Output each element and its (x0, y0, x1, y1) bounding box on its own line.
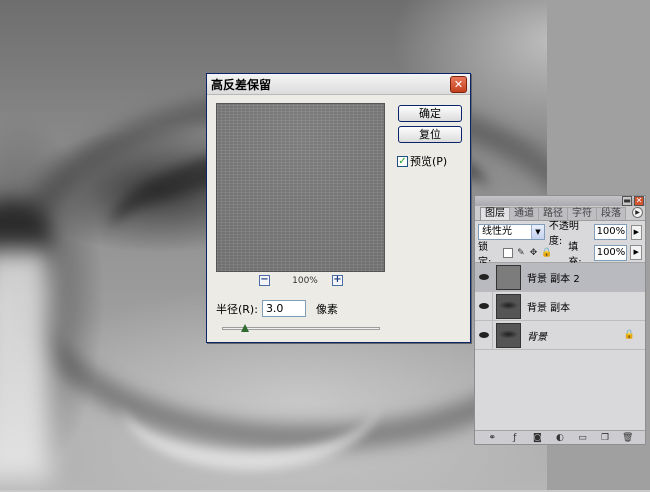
panel-close-button[interactable]: ✕ (634, 196, 644, 206)
fill-arrow-button[interactable]: ▶ (630, 245, 643, 260)
checkbox-checkmark-icon[interactable]: ✓ (397, 155, 408, 167)
fx-icon[interactable]: ƒ (509, 433, 521, 443)
layer-row-background[interactable]: 背景 🔒 (475, 320, 645, 350)
filter-preview-image[interactable] (216, 103, 385, 272)
dialog-titlebar[interactable]: 高反差保留 (207, 74, 470, 95)
mask-icon[interactable]: ◙ (531, 433, 543, 443)
fill-input[interactable]: 100% (593, 244, 628, 261)
eye-icon[interactable] (475, 262, 493, 292)
lock-transparent-pixels-icon[interactable] (503, 247, 514, 258)
link-layers-icon[interactable]: ⚭ (486, 433, 498, 443)
layer-thumbnail (496, 264, 521, 290)
new-layer-icon[interactable]: ❐ (599, 433, 611, 443)
tab-character[interactable]: 字符 (567, 207, 597, 220)
blend-row: 线性光 ▼ 不透明度: 100% ▶ (475, 221, 645, 247)
layer-thumbnail (496, 322, 521, 348)
trash-icon[interactable]: 🗑 (622, 433, 634, 443)
panel-tabs: 图层 通道 路径 字符 段落 ▶ (475, 206, 645, 221)
layer-name: 背景 副本 2 (527, 273, 580, 285)
high-pass-dialog: 高反差保留 ✕ − 100% + 确定 复位 ✓ 预览(P) 半径(R): 3.… (206, 73, 471, 343)
eye-icon[interactable] (475, 320, 493, 350)
blend-mode-value: 线性光 (482, 226, 512, 237)
photo-light-area (0, 250, 50, 480)
tab-paragraph[interactable]: 段落 (596, 207, 626, 220)
preview-checkbox-label: 预览(P) (410, 155, 448, 168)
dialog-close-button[interactable]: ✕ (450, 76, 467, 93)
panel-menu-button[interactable]: ▶ (632, 207, 643, 218)
layer-lock-icon: 🔒 (623, 330, 635, 340)
lock-position-icon[interactable]: ✥ (529, 248, 539, 258)
zoom-in-button[interactable]: + (332, 275, 343, 286)
preview-checkbox[interactable]: ✓ 预览(P) (397, 153, 447, 169)
radius-row: 半径(R): 3.0 像素 (216, 300, 338, 317)
tab-paths[interactable]: 路径 (538, 207, 568, 220)
chevron-down-icon[interactable]: ▼ (530, 225, 544, 239)
reset-button[interactable]: 复位 (398, 126, 462, 143)
panel-footer: ⚭ ƒ ◙ ◐ ▭ ❐ 🗑 (475, 430, 645, 444)
opacity-input[interactable]: 100% (593, 224, 627, 240)
tab-channels[interactable]: 通道 (509, 207, 539, 220)
ok-button[interactable]: 确定 (398, 105, 462, 122)
dialog-title: 高反差保留 (211, 77, 272, 92)
lock-all-icon[interactable]: 🔒 (541, 248, 552, 258)
tab-layers[interactable]: 图层 (480, 207, 510, 220)
panel-minimize-button[interactable]: ▬ (622, 196, 632, 206)
zoom-out-button[interactable]: − (259, 275, 270, 286)
lock-image-pixels-icon[interactable]: ✎ (516, 248, 526, 258)
eye-icon[interactable] (475, 291, 493, 321)
radius-unit-label: 像素 (315, 302, 338, 316)
blend-mode-select[interactable]: 线性光 ▼ (478, 224, 545, 240)
layer-row-background-copy-2[interactable]: 背景 副本 2 (475, 262, 645, 292)
radius-label: 半径(R): (216, 302, 258, 316)
layer-name: 背景 副本 (527, 302, 571, 314)
radius-input[interactable]: 3.0 (261, 300, 306, 317)
adjustment-layer-icon[interactable]: ◐ (554, 433, 566, 443)
zoom-level-text: 100% (292, 276, 318, 286)
layers-panel: ▬ ✕ 图层 通道 路径 字符 段落 ▶ 线性光 ▼ 不透明度: 100% ▶ … (474, 195, 646, 445)
layers-empty-area[interactable] (475, 350, 645, 427)
layer-row-background-copy[interactable]: 背景 副本 (475, 291, 645, 321)
layer-thumbnail (496, 293, 521, 319)
panel-titlebar[interactable]: ▬ ✕ (475, 196, 645, 206)
opacity-arrow-button[interactable]: ▶ (630, 224, 642, 240)
radius-slider-thumb[interactable] (241, 324, 249, 332)
layer-name: 背景 (527, 331, 547, 343)
folder-icon[interactable]: ▭ (577, 433, 589, 443)
photo-lens-reflection (120, 330, 380, 470)
